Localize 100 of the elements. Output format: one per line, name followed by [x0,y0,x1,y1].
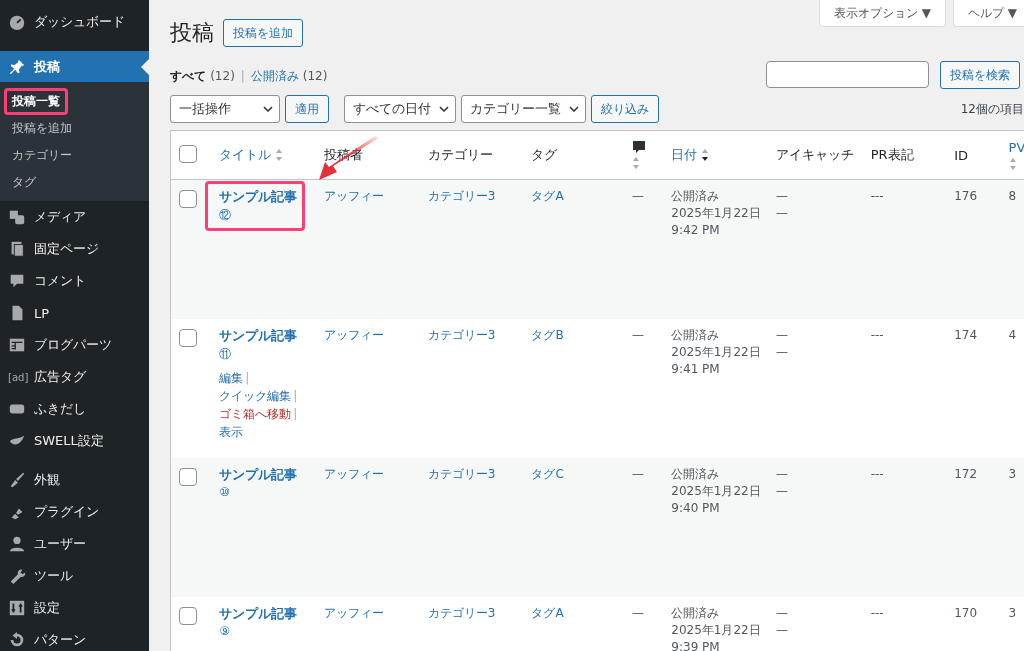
tag-link[interactable]: タグB [531,328,564,342]
menu-item[interactable]: 投稿 [0,51,149,82]
menu-item[interactable]: ブログパーツ [0,329,149,361]
post-title-link[interactable]: サンプル記事 [219,466,298,484]
id-cell: 170 [954,606,978,620]
post-time: 9:42 PM [671,222,721,239]
gauge-icon [8,13,26,31]
post-date: 2025年1月22日 [671,205,762,222]
add-new-button[interactable]: 投稿を追加 [223,19,303,47]
comment-count: — [632,328,645,342]
menu-icon [8,336,26,354]
category-link[interactable]: カテゴリー3 [427,189,496,203]
column-header: アイキャッチ [776,146,854,164]
menu-item[interactable]: コメント [0,265,149,297]
category-select[interactable]: カテゴリー一覧 [461,95,586,123]
menu-icon [8,535,26,553]
search-button[interactable]: 投稿を検索 [940,61,1020,89]
post-date: 2025年1月22日 [671,344,762,361]
select-all-checkbox[interactable] [179,144,197,163]
post-number-link[interactable]: ⑪ [219,346,298,363]
tag-link[interactable]: タグC [531,467,564,481]
row-action-link[interactable]: 編集 [219,371,244,385]
submenu-item[interactable]: 投稿一覧 [0,88,60,115]
menu-icon [8,599,26,617]
eyecatch-cell-text: — [776,483,789,500]
row-checkbox[interactable] [179,190,197,208]
row-checkbox[interactable] [179,607,197,625]
row-action-link[interactable]: クイック編集 [219,389,292,403]
menu-item[interactable]: SWELL設定 [0,425,149,457]
menu-icon [8,208,26,226]
menu-item[interactable]: プラグイン [0,496,149,528]
tag-link[interactable]: タグA [531,606,564,620]
submenu-item[interactable]: カテゴリー [0,142,72,169]
post-title-link[interactable]: サンプル記事 [219,188,298,206]
eyecatch-cell-text: — [776,466,789,483]
submenu-item[interactable]: 投稿を追加 [0,115,72,142]
menu-item[interactable]: 設定 [0,592,149,624]
separator: | [240,69,245,83]
filter-button[interactable]: 絞り込み [591,95,659,123]
author-link[interactable]: アッフィー [323,328,384,342]
eyecatch-cell-text: — [776,205,789,222]
pr-cell: --- [870,467,884,481]
comment-count: — [632,467,645,481]
pr-cell: --- [870,606,884,620]
post-number-link[interactable]: ⑨ [219,624,298,638]
menu-item[interactable]: ユーザー [0,528,149,560]
bulk-action-select[interactable]: 一括操作 [170,95,280,123]
post-number-link[interactable]: ⑫ [219,207,298,224]
view-filter-link[interactable]: すべて (12) [170,69,235,83]
eyecatch-cell-text: — [776,327,789,344]
separator: | [293,407,298,421]
chevron-down-icon [439,106,449,112]
post-title-link[interactable]: サンプル記事 [219,327,298,345]
menu-item[interactable]: LP [0,297,149,329]
ad-icon: [ad] [8,371,26,383]
apply-button[interactable]: 適用 [285,95,329,123]
screen-tab-button[interactable]: ヘルプ ▼ [952,0,1024,27]
menu-item[interactable]: 外観 [0,464,149,496]
submenu-item[interactable]: タグ [0,169,36,196]
search-field[interactable] [766,61,929,88]
sortable-column-header[interactable]: タイトル [219,146,272,164]
row-checkbox[interactable] [179,468,197,486]
view-filter-link[interactable]: 公開済み (12) [250,69,328,83]
separator: | [293,389,298,403]
column-header: カテゴリー [427,146,493,164]
pv-cell: 8 [1008,189,1017,203]
menu-item[interactable]: ダッシュボード [0,6,149,38]
menu-item[interactable]: ふきだし [0,393,149,425]
post-date: 2025年1月22日 [671,622,762,639]
tag-link[interactable]: タグA [531,189,564,203]
eyecatch-cell-text: — [776,188,789,205]
category-link[interactable]: カテゴリー3 [427,467,496,481]
menu-item[interactable]: パターン [0,624,149,651]
menu-item[interactable]: 固定ページ [0,233,149,265]
post-number-link[interactable]: ⑩ [219,485,298,499]
trash-link[interactable]: ゴミ箱へ移動 [219,407,292,421]
sortable-column-header[interactable]: 日付 [671,146,698,164]
pr-cell: --- [870,189,884,203]
separator: | [245,371,250,385]
post-title-link[interactable]: サンプル記事 [219,605,298,623]
author-link[interactable]: アッフィー [323,467,384,481]
comment-count: — [632,606,645,620]
category-link[interactable]: カテゴリー3 [427,606,496,620]
column-header: タグ [531,146,558,164]
date-select[interactable]: すべての日付 [344,95,456,123]
eyecatch-cell-text: — [776,622,789,639]
sort-icon[interactable] [701,148,710,162]
menu-item[interactable]: ツール [0,560,149,592]
comment-icon[interactable] [632,140,647,154]
screen-tab-button[interactable]: 表示オプション ▼ [818,0,946,27]
menu-icon [8,272,26,290]
author-link[interactable]: アッフィー [323,189,384,203]
category-link[interactable]: カテゴリー3 [427,328,496,342]
author-link[interactable]: アッフィー [323,606,384,620]
row-checkbox[interactable] [179,329,197,347]
row-action-link[interactable]: 表示 [219,425,244,439]
menu-item[interactable]: メディア [0,201,149,233]
chevron-down-icon [263,106,273,112]
menu-item[interactable]: [ad] 広告タグ [0,361,149,393]
menu-icon [8,471,26,489]
